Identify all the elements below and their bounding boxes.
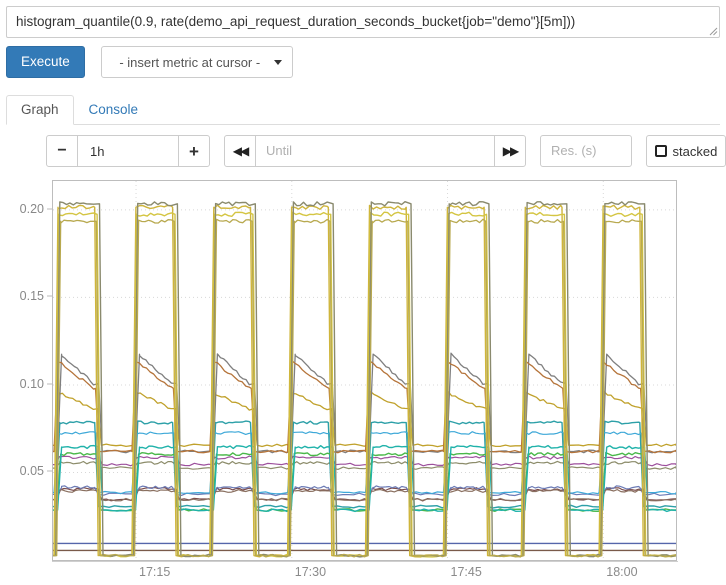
series-line: [53, 359, 676, 454]
minus-icon: −: [57, 142, 67, 159]
y-axis-labels: 0.05 0.10 0.15 0.20: [0, 176, 52, 561]
step-forward-button[interactable]: ▶▶: [494, 135, 526, 167]
tab-console[interactable]: Console: [74, 95, 154, 125]
insert-metric-select[interactable]: - insert metric at cursor -: [100, 46, 293, 78]
x-axis-tick-label: 17:15: [139, 565, 171, 579]
resolution-input[interactable]: Res. (s): [540, 135, 632, 167]
y-axis-tick-label: 0.20: [19, 201, 44, 216]
checkbox-icon[interactable]: [654, 145, 667, 157]
plus-icon: +: [189, 141, 199, 161]
x-axis-tick-label: 17:45: [450, 565, 482, 579]
double-right-arrow-icon: ▶▶: [502, 144, 520, 158]
tab-graph[interactable]: Graph: [6, 95, 74, 125]
series-line: [53, 204, 676, 558]
execute-row: Execute - insert metric at cursor -: [0, 38, 726, 82]
prometheus-graph-page: histogram_quantile(0.9, rate(demo_api_re…: [0, 0, 726, 585]
step-backward-button[interactable]: ◀◀: [224, 135, 256, 167]
x-axis-labels: 17:15 17:30 17:45 18:00: [52, 563, 677, 585]
until-input[interactable]: Until: [256, 135, 494, 167]
graph-controls: − 1h + ◀◀ Until ▶▶ Res. (s) stacked: [46, 135, 726, 167]
series-line: [53, 444, 676, 513]
stacked-toggle[interactable]: stacked: [645, 135, 726, 167]
insert-metric-label: - insert metric at cursor -: [119, 54, 261, 70]
series-line: [53, 390, 676, 448]
until-group: ◀◀ Until ▶▶: [224, 135, 526, 167]
query-area: histogram_quantile(0.9, rate(demo_api_re…: [0, 0, 726, 38]
x-axis-tick-label: 18:00: [606, 565, 638, 579]
graph-chart: 0.05 0.10 0.15 0.20 17:15 17:30 17:45 18:00: [0, 176, 726, 585]
query-input[interactable]: histogram_quantile(0.9, rate(demo_api_re…: [6, 6, 720, 38]
series-line: [53, 460, 676, 470]
series-line: [53, 455, 676, 467]
stacked-label: stacked: [672, 143, 718, 159]
resolution-placeholder: Res. (s): [551, 143, 597, 158]
range-input[interactable]: 1h: [78, 135, 178, 167]
y-axis-tick-label: 0.15: [19, 289, 44, 304]
plot-area[interactable]: [52, 180, 677, 561]
range-decrease-button[interactable]: −: [46, 135, 78, 167]
series-line: [53, 201, 676, 558]
x-axis-line: [52, 561, 678, 562]
chevron-down-icon: [273, 60, 282, 65]
until-placeholder: Until: [266, 143, 293, 158]
series-svg: [53, 181, 676, 560]
query-text[interactable]: histogram_quantile(0.9, rate(demo_api_re…: [16, 7, 701, 37]
series-line: [53, 431, 676, 495]
y-axis-tick-label: 0.05: [19, 464, 44, 479]
double-left-arrow-icon: ◀◀: [232, 144, 250, 158]
series-line: [53, 451, 676, 512]
range-increase-button[interactable]: +: [178, 135, 210, 167]
resize-grip-icon[interactable]: [706, 24, 718, 36]
y-axis-tick-label: 0.10: [19, 376, 44, 391]
tab-bar: Graph Console: [6, 94, 720, 125]
range-group: − 1h +: [46, 135, 210, 167]
execute-button[interactable]: Execute: [6, 46, 85, 78]
x-axis-tick-label: 17:30: [294, 565, 327, 579]
